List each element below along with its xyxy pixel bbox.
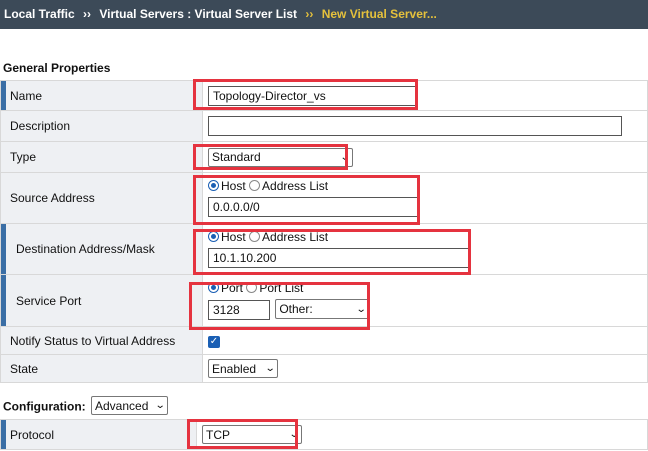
service-port-option: Port (221, 281, 244, 296)
source-host-radio[interactable] (208, 180, 219, 191)
general-properties-table: Name Topology-Director_vs Description Ty… (0, 80, 648, 383)
source-host-option: Host (221, 179, 246, 193)
breadcrumb-local-traffic[interactable]: Local Traffic (4, 0, 75, 29)
destination-address-list-radio[interactable] (249, 231, 261, 242)
type-label: Type (0, 141, 203, 173)
destination-host-option: Host (221, 230, 246, 244)
destination-host-radio[interactable] (208, 231, 219, 242)
state-select-value: Enabled (212, 361, 257, 376)
breadcrumb-current: New Virtual Server... (321, 7, 437, 21)
protocol-select-value: TCP (206, 427, 230, 442)
type-select[interactable]: Standard ⌄ (208, 147, 353, 167)
description-input[interactable] (208, 116, 622, 136)
chevron-down-icon: ⌄ (288, 429, 300, 440)
service-port-radio[interactable] (208, 282, 219, 294)
configuration-select[interactable]: Advanced ⌄ (91, 396, 168, 415)
destination-address-list-option: Address List (262, 230, 329, 244)
breadcrumb-separator: ›› (305, 7, 314, 21)
port-list-option: Port List (259, 281, 304, 296)
source-address-input[interactable]: 0.0.0.0/0 (208, 197, 420, 217)
description-label: Description (0, 110, 203, 142)
chevron-down-icon: ⌄ (264, 363, 276, 374)
name-input[interactable]: Topology-Director_vs (208, 85, 418, 106)
breadcrumb-separator: ›› (83, 7, 92, 21)
port-list-radio[interactable] (246, 282, 258, 294)
notify-status-label: Notify Status to Virtual Address (0, 326, 203, 355)
name-label: Name (0, 80, 203, 111)
configuration-select-value: Advanced (95, 398, 149, 413)
protocol-select[interactable]: TCP ⌄ (202, 425, 302, 444)
breadcrumb: Local Traffic ›› Virtual Servers : Virtu… (0, 0, 648, 29)
state-select[interactable]: Enabled ⌄ (208, 359, 278, 378)
breadcrumb-virtual-server-list[interactable]: Virtual Servers : Virtual Server List (99, 0, 297, 29)
general-properties-heading: General Properties (3, 61, 111, 75)
type-select-value: Standard (212, 150, 261, 164)
chevron-down-icon: ⌄ (339, 151, 351, 163)
destination-label: Destination Address/Mask (0, 223, 203, 275)
destination-address-input[interactable]: 10.1.10.200 (208, 248, 470, 268)
state-label: State (0, 354, 203, 383)
service-port-input[interactable]: 3128 (208, 299, 270, 320)
configuration-row: Configuration: Advanced ⌄ (3, 396, 168, 415)
configuration-label: Configuration: (3, 399, 86, 414)
protocol-label: Protocol (0, 419, 197, 450)
source-address-label: Source Address (0, 172, 203, 224)
chevron-down-icon: ⌄ (154, 400, 166, 411)
source-address-list-radio[interactable] (249, 180, 261, 191)
notify-status-checkbox[interactable]: ✓ (208, 336, 220, 348)
service-port-select-value: Other: (279, 302, 313, 317)
chevron-down-icon: ⌄ (355, 303, 367, 315)
configuration-table: Protocol TCP ⌄ (0, 419, 648, 450)
source-address-list-option: Address List (262, 179, 329, 193)
service-port-select[interactable]: Other: ⌄ (275, 299, 370, 320)
service-port-label: Service Port (0, 274, 203, 327)
